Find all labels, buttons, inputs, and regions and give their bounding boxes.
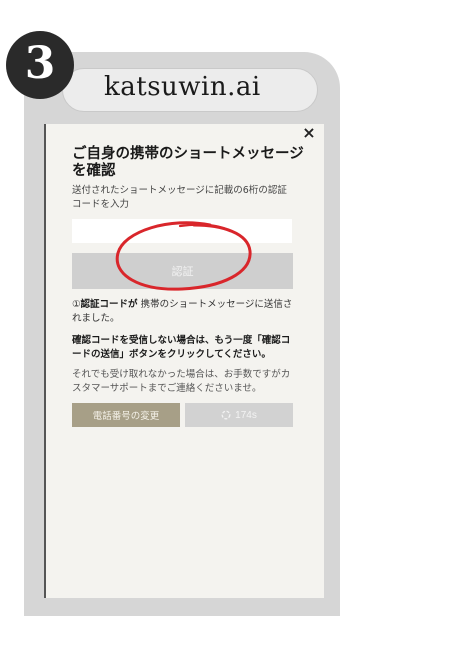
- resend-code-button[interactable]: 174s: [185, 403, 293, 427]
- close-icon[interactable]: ×: [300, 124, 318, 142]
- support-note: それでも受け取れなかった場合は、お手数ですがカスタマーサポートまでご連絡ください…: [72, 369, 291, 394]
- address-bar-url: katsuwin.ai: [104, 72, 261, 102]
- info-icon: ①: [72, 299, 81, 310]
- verify-button[interactable]: 認証: [72, 253, 293, 289]
- sent-notice: ①認証コードが 携帯のショートメッセージに送信されました。: [72, 298, 298, 326]
- sent-notice-bold: 認証コードが: [80, 299, 138, 310]
- verification-code-input[interactable]: [72, 219, 292, 243]
- resend-instruction: 確認コードを受信しない場合は、もう一度「確認コードの送信」ボタンをクリックしてく…: [72, 335, 291, 360]
- instruction-text: 送付されたショートメッセージに記載の6桁の認証コードを入力: [72, 185, 287, 210]
- step-number-badge: 3: [6, 31, 74, 99]
- dialog-left-border: [44, 124, 46, 598]
- change-phone-button[interactable]: 電話番号の変更: [72, 403, 180, 427]
- spinner-icon: [221, 410, 231, 420]
- resend-countdown: 174s: [235, 409, 257, 421]
- dialog-title: ご自身の携帯のショートメッセージを確認: [72, 146, 304, 179]
